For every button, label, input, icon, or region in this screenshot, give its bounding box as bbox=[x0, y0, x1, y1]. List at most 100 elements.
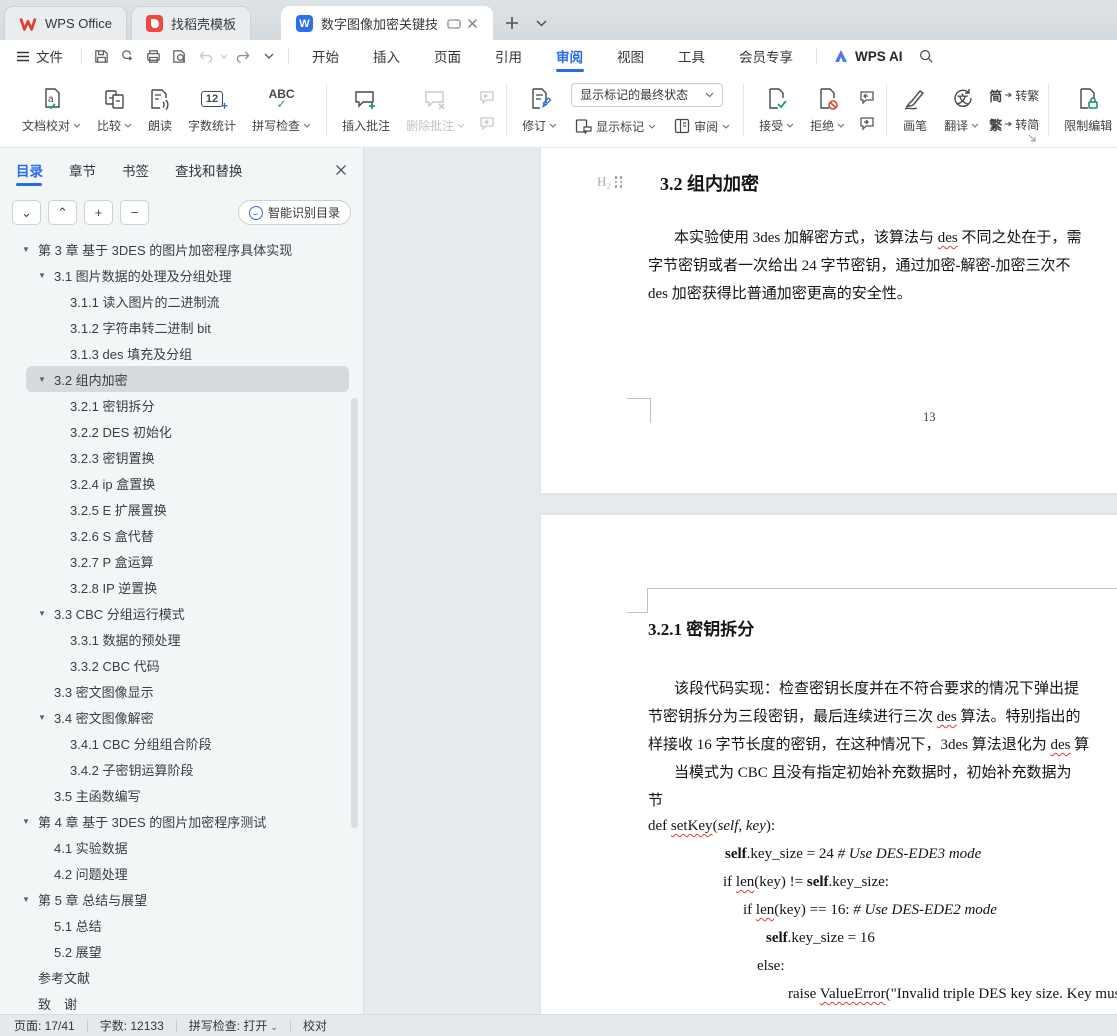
document-text-line[interactable]: 样接收 16 字节长度的密钥，在这种情况下，3des 算法退化为 des 算 bbox=[648, 731, 1089, 759]
document-text-line[interactable]: def setKey(self, key): bbox=[648, 812, 1117, 840]
toc-item[interactable]: 5.1 总结 bbox=[26, 912, 349, 938]
toc-item[interactable]: 3.2.8 IP 逆置换 bbox=[26, 574, 349, 600]
section-heading[interactable]: 3.2.1 密钥拆分 bbox=[648, 615, 754, 640]
undo-icon[interactable] bbox=[192, 44, 218, 68]
export-pdf-icon[interactable] bbox=[114, 44, 140, 68]
search-icon[interactable] bbox=[913, 44, 939, 68]
document-text-line[interactable]: else: bbox=[648, 952, 1117, 980]
document-text-line[interactable]: 当模式为 CBC 且没有指定初始补充数据时，初始补充数据为 bbox=[648, 759, 1089, 787]
restrict-editing-button[interactable]: 限制编辑 bbox=[1056, 82, 1117, 138]
toc-item[interactable]: ▼ 第 3 章 基于 3DES 的图片加密程序具体实现 bbox=[14, 236, 349, 262]
next-comment-icon[interactable] bbox=[475, 113, 497, 133]
new-tab-button[interactable] bbox=[501, 12, 523, 34]
tab-list-button[interactable] bbox=[531, 12, 553, 34]
document-page-13[interactable]: H₂ 3.2 组内加密 本实验使用 3des 加解密方式，该算法与 des 不同… bbox=[541, 148, 1117, 493]
toc-collapse-arrow-icon[interactable]: ▼ bbox=[22, 245, 38, 254]
toc-item[interactable]: 3.1.3 des 填充及分组 bbox=[26, 340, 349, 366]
code-block[interactable]: def setKey(self, key): self.key_size = 24… bbox=[648, 812, 1117, 1008]
document-text-line[interactable]: raise ValueError("Invalid triple DES key… bbox=[648, 980, 1117, 1008]
insert-comment-button[interactable]: 插入批注 bbox=[334, 82, 398, 138]
translate-button[interactable]: 文 翻译 bbox=[936, 82, 987, 138]
read-aloud-button[interactable]: 朗读 bbox=[140, 82, 180, 138]
redo-icon[interactable] bbox=[230, 44, 256, 68]
undo-caret-icon[interactable] bbox=[218, 44, 230, 68]
traditional-to-simplified-button[interactable]: 繁 转简 bbox=[989, 115, 1039, 134]
word-count-button[interactable]: 12 + 字数统计 bbox=[180, 82, 244, 138]
print-preview-icon[interactable] bbox=[166, 44, 192, 68]
save-icon[interactable] bbox=[88, 44, 114, 68]
toc-item[interactable]: 3.2.3 密钥置换 bbox=[26, 444, 349, 470]
review-pane-button[interactable]: 审阅 bbox=[670, 116, 734, 137]
status-page-indicator[interactable]: 页面: 17/41 bbox=[14, 1017, 75, 1034]
toc-item[interactable]: 3.3 密文图像显示 bbox=[26, 678, 349, 704]
simplified-to-traditional-button[interactable]: 简 转繁 bbox=[989, 86, 1039, 105]
menu-review[interactable]: 审阅 bbox=[539, 40, 600, 72]
status-proofing[interactable]: 校对 bbox=[303, 1017, 327, 1034]
toc-item[interactable]: 3.1.2 字符串转二进制 bit bbox=[26, 314, 349, 340]
menu-page[interactable]: 页面 bbox=[417, 40, 478, 72]
document-text-line[interactable]: 该段代码实现：检查密钥长度并在不符合要求的情况下弹出提 bbox=[648, 675, 1089, 703]
toc-item[interactable]: 3.2.5 E 扩展置换 bbox=[26, 496, 349, 522]
accept-change-button[interactable]: 接受 bbox=[751, 82, 802, 138]
sidebar-tab-find-replace[interactable]: 查找和替换 bbox=[175, 148, 243, 192]
markup-state-select[interactable]: 显示标记的最终状态 bbox=[571, 82, 724, 107]
sidebar-scrollbar[interactable] bbox=[351, 398, 358, 828]
toc-item[interactable]: ▼ 3.2 组内加密 bbox=[26, 366, 349, 392]
document-text-line[interactable]: self.key_size = 24 # Use DES-EDE3 mode bbox=[648, 840, 1117, 868]
toc-item[interactable]: ▼ 3.1 图片数据的处理及分组处理 bbox=[26, 262, 349, 288]
toc-collapse-arrow-icon[interactable]: ▼ bbox=[38, 609, 54, 618]
status-spell-check[interactable]: 拼写检查: 打开 ⌄ bbox=[189, 1017, 278, 1034]
document-text-line[interactable]: 本实验使用 3des 加解密方式，该算法与 des 不同之处在于，需 bbox=[648, 224, 1082, 252]
document-text-line[interactable]: if len(key) == 16: # Use DES-EDE2 mode bbox=[648, 896, 1117, 924]
toolbar-more-icon[interactable] bbox=[256, 44, 282, 68]
smart-toc-button[interactable]: 智能识别目录 bbox=[237, 200, 351, 225]
toc-collapse-arrow-icon[interactable]: ▼ bbox=[38, 271, 54, 280]
paragraph-block[interactable]: 本实验使用 3des 加解密方式，该算法与 des 不同之处在于，需 字节密钥或者… bbox=[648, 224, 1082, 308]
toc-collapse-arrow-icon[interactable]: ▼ bbox=[38, 713, 54, 722]
document-text-line[interactable]: 节 bbox=[648, 787, 1089, 815]
document-text-line[interactable]: 节密钥拆分为三段密钥，最后连续进行三次 des 算法。特别指出的 bbox=[648, 703, 1089, 731]
tab-document[interactable]: W 数字图像加密关键技术的研究与 bbox=[280, 6, 493, 40]
ribbon-expand-icon[interactable] bbox=[1028, 134, 1037, 143]
toc-item[interactable]: ▼ 3.3 CBC 分组运行模式 bbox=[26, 600, 349, 626]
toc-expand-down-button[interactable]: ⌄ bbox=[12, 200, 41, 225]
document-text-line[interactable]: des 加密获得比普通加密更高的安全性。 bbox=[648, 280, 1082, 308]
toc-item[interactable]: 3.5 主函数编写 bbox=[26, 782, 349, 808]
heading-level-marker[interactable]: H₂ bbox=[597, 174, 623, 190]
drag-handle-icon[interactable] bbox=[614, 176, 623, 188]
toc-item[interactable]: ▼ 3.4 密文图像解密 bbox=[26, 704, 349, 730]
toc-expand-all-button[interactable]: + bbox=[84, 200, 113, 225]
tab-wps-office[interactable]: WPS Office bbox=[4, 6, 127, 40]
document-text-line[interactable]: if len(key) != self.key_size: bbox=[648, 868, 1117, 896]
document-text-line[interactable]: self.key_size = 16 bbox=[648, 924, 1117, 952]
menu-member[interactable]: 会员专享 bbox=[722, 40, 810, 72]
toc-item[interactable]: 3.2.1 密钥拆分 bbox=[26, 392, 349, 418]
toc-item[interactable]: 3.2.7 P 盒运算 bbox=[26, 548, 349, 574]
tab-close-icon[interactable] bbox=[467, 18, 478, 29]
file-menu-button[interactable]: 文件 bbox=[0, 40, 75, 72]
show-markup-button[interactable]: 显示标记 bbox=[571, 116, 660, 137]
previous-comment-icon[interactable] bbox=[475, 87, 497, 107]
reject-change-button[interactable]: 拒绝 bbox=[802, 82, 853, 138]
menu-reference[interactable]: 引用 bbox=[478, 40, 539, 72]
menu-view[interactable]: 视图 bbox=[600, 40, 661, 72]
delete-comment-button[interactable]: 删除批注 bbox=[398, 82, 473, 138]
toc-item[interactable]: 4.2 问题处理 bbox=[26, 860, 349, 886]
toc-item[interactable]: 3.3.2 CBC 代码 bbox=[26, 652, 349, 678]
document-text-line[interactable]: 字节密钥或者一次给出 24 字节密钥，通过加密-解密-加密三次不 bbox=[648, 252, 1082, 280]
toc-item[interactable]: 3.1.1 读入图片的二进制流 bbox=[26, 288, 349, 314]
toc-item[interactable]: ▼ 第 5 章 总结与展望 bbox=[14, 886, 349, 912]
sidebar-close-icon[interactable] bbox=[335, 164, 347, 176]
toc-item[interactable]: 3.2.2 DES 初始化 bbox=[26, 418, 349, 444]
spell-check-button[interactable]: ABC ✓ 拼写检查 bbox=[244, 82, 319, 138]
toc-item[interactable]: ▼ 第 4 章 基于 3DES 的图片加密程序测试 bbox=[14, 808, 349, 834]
status-word-count[interactable]: 字数: 12133 bbox=[100, 1017, 164, 1034]
document-page-14[interactable]: 3.2.1 密钥拆分 该段代码实现：检查密钥长度并在不符合要求的情况下弹出提 节密… bbox=[541, 515, 1117, 1014]
toc-collapse-up-button[interactable]: ⌃ bbox=[48, 200, 77, 225]
compare-button[interactable]: 比较 bbox=[89, 82, 140, 138]
toc-item[interactable]: 3.4.2 子密钥运算阶段 bbox=[26, 756, 349, 782]
paragraph-block[interactable]: 该段代码实现：检查密钥长度并在不符合要求的情况下弹出提 节密钥拆分为三段密钥，最后… bbox=[648, 675, 1089, 815]
next-change-icon[interactable] bbox=[855, 113, 877, 133]
previous-change-icon[interactable] bbox=[855, 87, 877, 107]
menu-home[interactable]: 开始 bbox=[295, 40, 356, 72]
